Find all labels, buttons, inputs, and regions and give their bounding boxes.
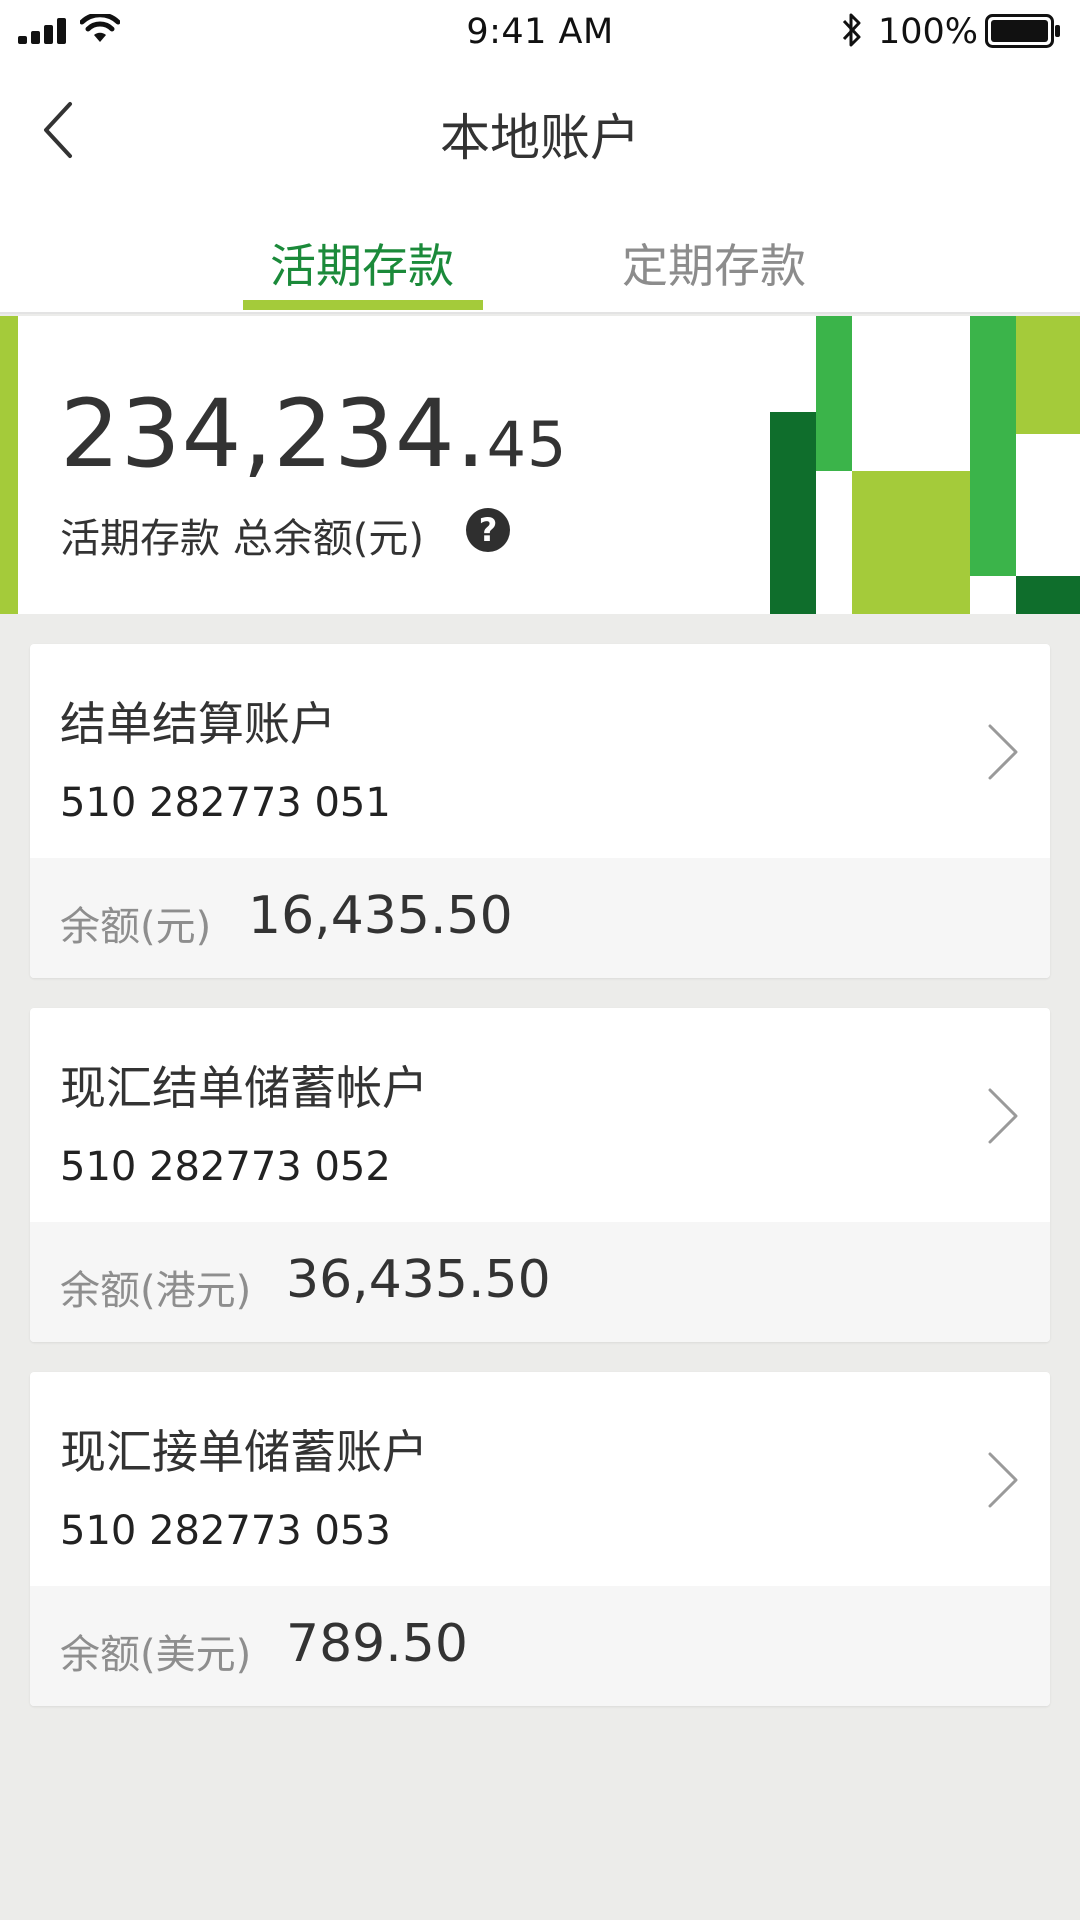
page-title: 本地账户 [440,109,640,167]
account-number: 510 282773 052 [60,1144,391,1190]
account-card-3[interactable]: 现汇接单储蓄账户 510 282773 053 余额(美元) 789.50 [30,1372,1050,1706]
account-card-2[interactable]: 现汇结单储蓄帐户 510 282773 052 余额(港元) 36,435.50 [30,1008,1050,1342]
battery-icon [985,14,1060,48]
tab-demand-deposit[interactable]: 活期存款 [270,230,454,296]
chevron-right-icon [988,724,1018,780]
nav-bar: 本地账户 [0,66,1080,196]
account-name: 结单结算账户 [60,697,336,751]
total-balance: 234,234.45 [60,380,568,489]
bluetooth-icon [842,13,861,47]
account-card-1[interactable]: 结单结算账户 510 282773 051 余额(元) 16,435.50 [30,644,1050,978]
status-bar: 9:41 AM 100% [0,0,1080,66]
account-name: 现汇结单储蓄帐户 [60,1061,428,1115]
battery-percent: 100% [878,12,979,52]
account-balance-row: 余额(元) 16,435.50 [30,858,1050,978]
chevron-right-icon [988,1088,1018,1144]
balance-value: 16,435.50 [248,886,513,946]
account-balance-row: 余额(美元) 789.50 [30,1586,1050,1706]
screen: 9:41 AM 100% 本地账户 活期存款 定期存款 234,234.45 活… [0,0,1080,1920]
help-icon[interactable]: ? [466,508,510,552]
balance-summary: 234,234.45 活期存款 总余额(元) ? [0,316,1080,614]
account-number: 510 282773 051 [60,780,391,826]
summary-accent-bar [0,316,18,614]
total-balance-integer: 234,234. [60,380,487,489]
balance-label: 余额(元) [60,904,212,950]
account-balance-row: 余额(港元) 36,435.50 [30,1222,1050,1342]
balance-label: 余额(港元) [60,1268,252,1314]
account-name: 现汇接单储蓄账户 [60,1425,428,1479]
balance-label: 余额(美元) [60,1632,252,1678]
decorative-pattern [770,316,1080,614]
balance-value: 36,435.50 [286,1250,551,1310]
tab-bar: 活期存款 定期存款 [0,196,1080,314]
total-balance-decimal: 45 [486,408,568,481]
active-tab-indicator [243,300,483,310]
chevron-right-icon [988,1452,1018,1508]
total-balance-label: 活期存款 总余额(元) [60,516,424,562]
account-number: 510 282773 053 [60,1508,391,1554]
balance-value: 789.50 [286,1614,468,1674]
tab-fixed-deposit[interactable]: 定期存款 [622,230,806,296]
